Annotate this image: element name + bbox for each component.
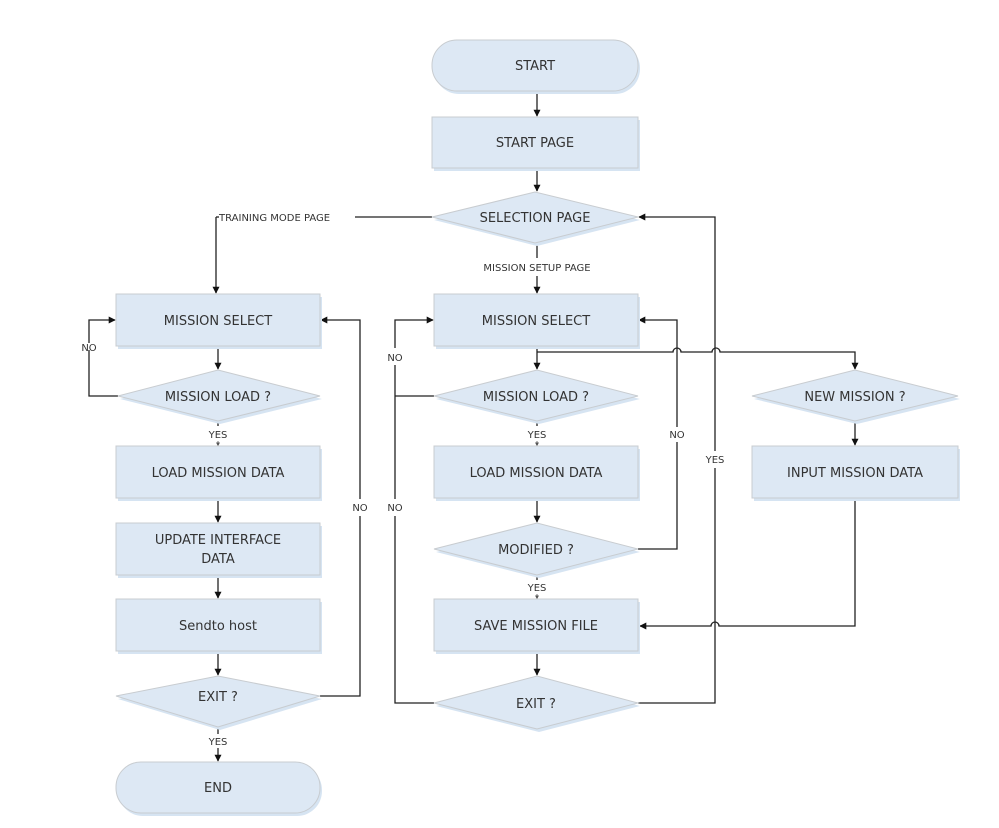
label-training-mode: TRAINING MODE PAGE <box>218 213 330 224</box>
node-training-mission-load[interactable]: MISSION LOAD ? <box>117 369 322 424</box>
node-setup-load-data[interactable]: LOAD MISSION DATA <box>433 445 640 501</box>
label-s-load-yes: YES <box>527 430 547 441</box>
nodes: START START PAGE SELECTION PAGE MISSION … <box>115 39 960 816</box>
node-training-load-data-label: LOAD MISSION DATA <box>152 466 285 481</box>
label-s-load-no: NO <box>387 353 402 364</box>
node-training-update-interface[interactable]: UPDATE INTERFACE DATA <box>115 522 322 578</box>
node-setup-exit[interactable]: EXIT ? <box>433 675 640 732</box>
label-s-modified-no: NO <box>669 430 684 441</box>
node-training-sendto-host[interactable]: Sendto host <box>115 598 322 654</box>
node-training-exit[interactable]: EXIT ? <box>115 675 322 730</box>
node-input-mission-data-label: INPUT MISSION DATA <box>787 466 923 481</box>
node-setup-exit-label: EXIT ? <box>516 697 556 712</box>
node-training-exit-label: EXIT ? <box>198 690 238 705</box>
edges <box>88 91 859 762</box>
node-setup-mission-load-label: MISSION LOAD ? <box>483 390 589 405</box>
node-selection-page-label: SELECTION PAGE <box>480 211 591 226</box>
node-setup-mission-select[interactable]: MISSION SELECT <box>433 293 640 349</box>
node-training-mission-select-label: MISSION SELECT <box>164 314 272 329</box>
node-start-label: START <box>515 59 555 74</box>
edge-selection-to-training <box>216 216 432 293</box>
node-setup-save-file[interactable]: SAVE MISSION FILE <box>433 598 640 654</box>
node-selection-page[interactable]: SELECTION PAGE <box>431 191 640 246</box>
node-new-mission[interactable]: NEW MISSION ? <box>751 369 960 424</box>
node-training-mission-select[interactable]: MISSION SELECT <box>115 293 322 349</box>
node-training-update-label-2: DATA <box>201 552 235 567</box>
node-training-update-label-1: UPDATE INTERFACE <box>155 533 281 548</box>
label-mission-setup: MISSION SETUP PAGE <box>483 263 590 274</box>
label-t-load-yes: YES <box>208 430 228 441</box>
node-start-page[interactable]: START PAGE <box>431 116 640 171</box>
label-t-load-no: NO <box>81 343 96 354</box>
node-setup-modified[interactable]: MODIFIED ? <box>433 522 640 578</box>
node-training-sendto-label: Sendto host <box>179 619 257 634</box>
label-s-modified-yes: YES <box>527 583 547 594</box>
node-start[interactable]: START <box>431 39 640 94</box>
edge-t-load-no <box>88 320 118 397</box>
node-setup-modified-label: MODIFIED ? <box>498 543 574 558</box>
label-s-exit-yes: YES <box>705 455 725 466</box>
node-new-mission-label: NEW MISSION ? <box>804 390 905 405</box>
node-setup-load-data-label: LOAD MISSION DATA <box>470 466 603 481</box>
node-setup-mission-select-label: MISSION SELECT <box>482 314 590 329</box>
label-t-exit-no: NO <box>352 503 367 514</box>
node-training-load-data[interactable]: LOAD MISSION DATA <box>115 445 322 501</box>
edge-input-to-save <box>639 498 856 630</box>
node-input-mission-data[interactable]: INPUT MISSION DATA <box>751 445 960 501</box>
edge-s-select-to-newmission <box>537 347 859 370</box>
flowchart-canvas: TRAINING MODE PAGE MISSION SETUP PAGE NO… <box>81 39 960 816</box>
node-setup-save-file-label: SAVE MISSION FILE <box>474 619 598 634</box>
node-training-mission-load-label: MISSION LOAD ? <box>165 390 271 405</box>
node-end-label: END <box>204 781 232 796</box>
node-start-page-label: START PAGE <box>496 136 574 151</box>
node-end[interactable]: END <box>115 761 322 816</box>
node-setup-mission-load[interactable]: MISSION LOAD ? <box>433 369 640 424</box>
label-s-exit-no: NO <box>387 503 402 514</box>
label-t-exit-yes: YES <box>208 737 228 748</box>
